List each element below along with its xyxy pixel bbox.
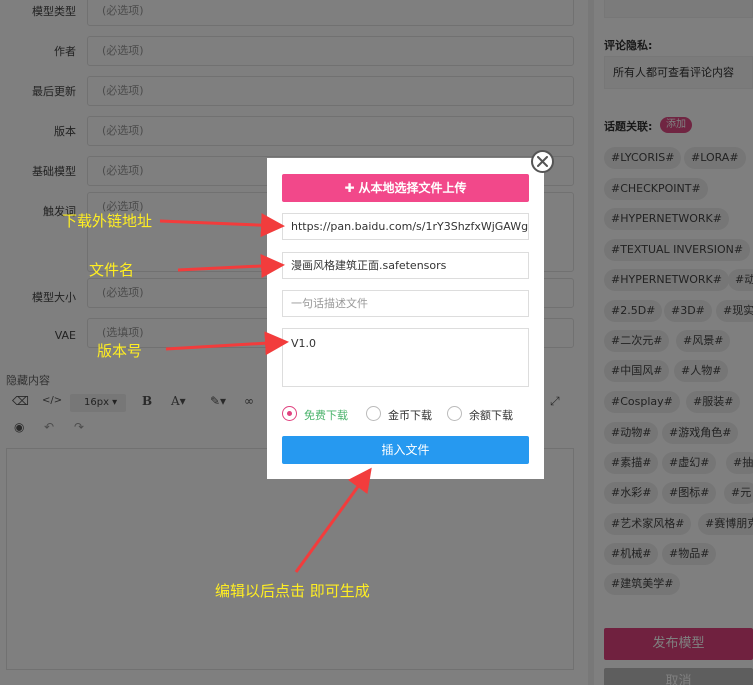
annotation-download-link: 下载外链地址 <box>62 212 153 230</box>
arrow-to-filename <box>177 254 285 278</box>
arrow-to-insert <box>294 467 372 573</box>
annotation-version: 版本号 <box>97 342 143 360</box>
annotation-edit-hint: 编辑以后点击 即可生成 <box>215 582 370 600</box>
annotation-filename: 文件名 <box>89 261 135 279</box>
arrow-to-version <box>165 331 289 356</box>
arrow-to-link <box>159 213 285 238</box>
